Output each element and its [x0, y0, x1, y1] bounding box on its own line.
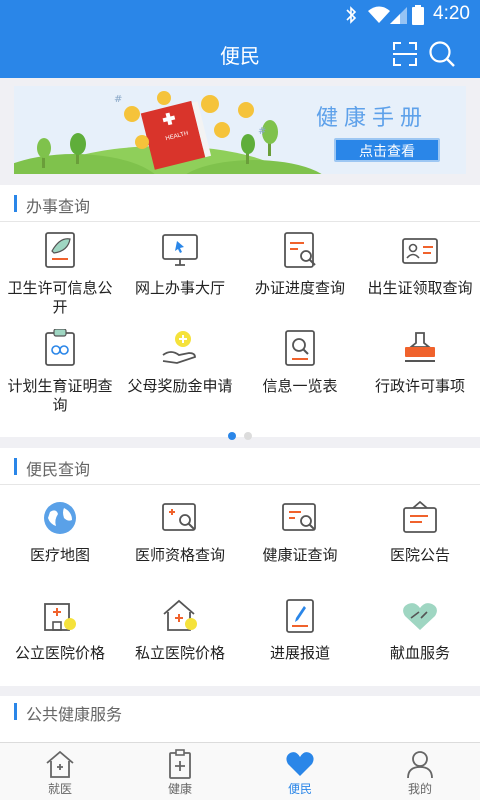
grid-item-label: 计划生育证明查询: [7, 377, 113, 414]
wifi-icon: [368, 6, 390, 23]
public-health-section: 公共健康服务: [0, 696, 480, 742]
leaf-document-icon: [45, 232, 75, 268]
grid-item-admin-license[interactable]: 行政许可事项: [360, 329, 480, 396]
id-card-icon: [402, 238, 438, 264]
grid-item-private-hospital-price[interactable]: 私立医院价格: [120, 598, 240, 663]
search-icon[interactable]: [428, 40, 456, 68]
grid-item-online-hall[interactable]: 网上办事大厅: [120, 231, 240, 298]
grid-item-label: 医疗地图: [29, 546, 90, 564]
grid-item-label: 网上办事大厅: [134, 279, 225, 297]
grid-item-hospital-notice[interactable]: 医院公告: [360, 500, 480, 565]
tab-label: 就医: [47, 782, 72, 796]
grid-item-label: 私立医院价格: [134, 644, 225, 662]
signal-icon: [390, 7, 407, 24]
grid-item-label: 进展报道: [269, 644, 330, 662]
grid-item-progress-report[interactable]: 进展报道: [240, 598, 360, 663]
hospital-price-icon: [44, 603, 76, 631]
tab-label: 健康: [167, 782, 192, 796]
clipboard-plus-icon: [169, 749, 191, 779]
grid-item-label: 献血服务: [389, 644, 450, 662]
section-title: 便民查询: [26, 460, 91, 479]
tab-label: 便民: [287, 782, 312, 796]
banner-view-button[interactable]: 点击查看: [334, 138, 440, 162]
grid-item-family-planning[interactable]: 计划生育证明查询: [0, 329, 120, 415]
grid-item-health-cert[interactable]: 健康证查询: [240, 500, 360, 565]
grid-item-label: 医院公告: [389, 546, 450, 564]
banner-title: 健康手册: [316, 106, 429, 131]
page-indicator: [228, 425, 260, 444]
tab-convenience[interactable]: 便民: [240, 743, 360, 800]
tab-label: 我的: [407, 782, 432, 796]
bluetooth-icon: [346, 6, 357, 24]
grid-item-label: 行政许可事项: [374, 377, 465, 395]
health-cert-search-icon: [282, 503, 316, 531]
section-title: 公共健康服务: [26, 705, 123, 724]
grid-item-label: 父母奖励金申请: [127, 377, 233, 395]
page-dot[interactable]: [244, 432, 252, 440]
grid-item-doctor-qualification[interactable]: 医师资格查询: [120, 500, 240, 565]
grid-item-blood-donation[interactable]: 献血服务: [360, 598, 480, 663]
progress-search-icon: [284, 232, 316, 268]
home-cross-icon: [46, 750, 74, 778]
grid-item-medical-map[interactable]: 医疗地图: [0, 500, 120, 565]
grid-item-progress-query[interactable]: 办证进度查询: [240, 231, 360, 298]
grid-item-label: 办证进度查询: [254, 279, 345, 297]
doctor-search-icon: [162, 503, 196, 531]
stamp-icon: [405, 332, 435, 362]
monitor-cursor-icon: [162, 234, 198, 266]
section-title: 办事查询: [26, 197, 91, 216]
battery-icon: [412, 5, 424, 25]
svg-text:#: #: [114, 94, 122, 105]
user-icon: [407, 751, 433, 779]
grid-item-label: 卫生许可信息公开: [7, 279, 113, 316]
grid-item-parent-reward[interactable]: 父母奖励金申请: [120, 329, 240, 396]
info-search-icon: [285, 330, 315, 366]
notice-board-icon: [403, 500, 437, 533]
grid-item-public-hospital-price[interactable]: 公立医院价格: [0, 598, 120, 663]
heart-icon: [286, 752, 314, 776]
grid-item-label: 医师资格查询: [134, 546, 225, 564]
convenience-query-section: 便民查询 医疗地图 医师资格查询 健康证查询 医院公告 公立医院价格 私立医院价…: [0, 448, 480, 686]
title-bar: 便民: [0, 30, 480, 78]
grid-item-label: 出生证领取查询: [367, 279, 473, 297]
tab-medical[interactable]: 就医: [0, 743, 120, 800]
heart-hands-icon: [403, 603, 437, 630]
globe-icon: [44, 502, 76, 534]
grid-item-label: 信息一览表: [262, 377, 338, 395]
health-handbook-banner[interactable]: HEALTH # # 健康手册 点击查看: [14, 86, 466, 174]
grid-item-birth-cert[interactable]: 出生证领取查询: [360, 231, 480, 298]
page-dot-active[interactable]: [228, 432, 236, 440]
tab-mine[interactable]: 我的: [360, 743, 480, 800]
family-certificate-icon: [45, 329, 75, 366]
grid-item-info-list[interactable]: 信息一览表: [240, 329, 360, 396]
grid-item-label: 健康证查询: [262, 546, 338, 564]
pen-document-icon: [286, 599, 314, 633]
grid-item-label: 公立医院价格: [14, 644, 105, 662]
scan-icon[interactable]: [392, 41, 418, 67]
bottom-tab-bar: 就医 健康 便民 我的: [0, 742, 480, 800]
office-query-section: 办事查询 卫生许可信息公开 网上办事大厅 办证进度查询 出生证领取查询 计划生育…: [0, 185, 480, 437]
hand-coin-icon: [162, 331, 196, 364]
svg-text:#: #: [258, 126, 266, 137]
grid-item-health-license[interactable]: 卫生许可信息公开: [0, 231, 120, 317]
private-hospital-price-icon: [163, 599, 197, 631]
status-bar: 4:20: [0, 0, 480, 30]
tab-health[interactable]: 健康: [120, 743, 240, 800]
status-time: 4:20: [433, 3, 470, 24]
